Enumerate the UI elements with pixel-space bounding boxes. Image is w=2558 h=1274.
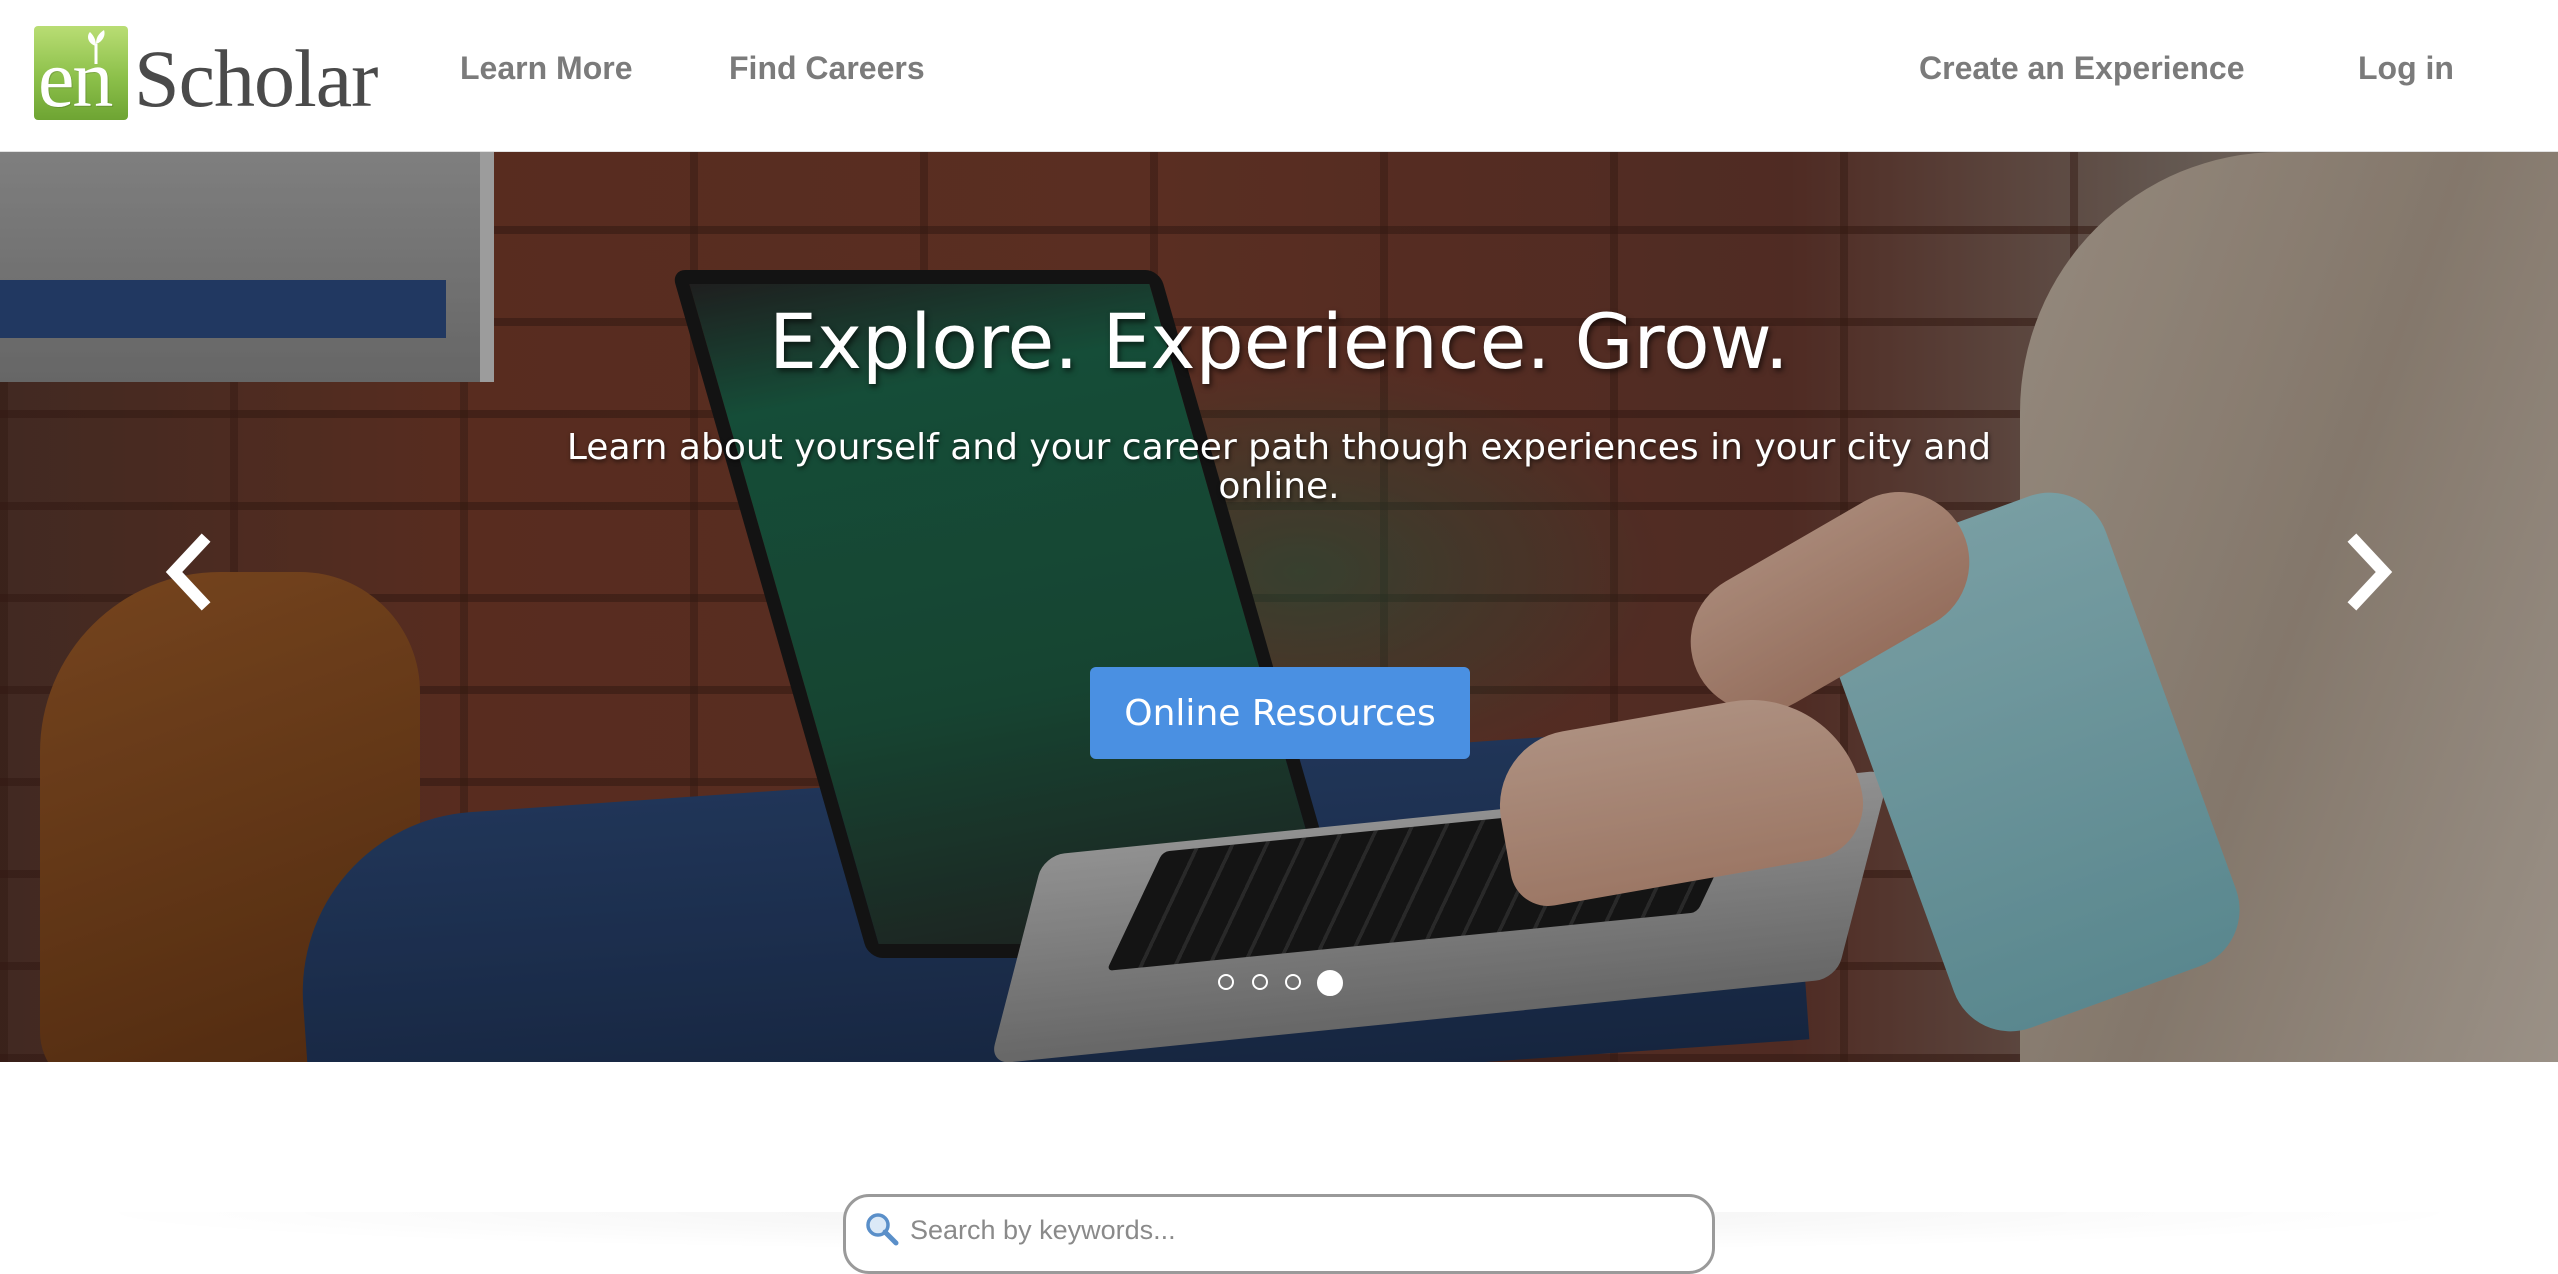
nav-find-careers[interactable]: Find Careers [729,50,925,87]
chevron-left-icon [165,533,211,611]
site-header: en Scholar Learn More Find Careers Creat… [0,0,2558,152]
search-bar[interactable] [843,1194,1715,1274]
online-resources-button[interactable]: Online Resources [1090,667,1470,759]
chevron-right-icon [2347,533,2393,611]
logo-name: Scholar [134,33,378,124]
search-section [0,1062,2558,1274]
carousel-prev-button[interactable] [158,532,218,612]
hero-overlay [0,152,2558,1062]
hero-carousel: Explore. Experience. Grow. Learn about y… [0,152,2558,1062]
carousel-dot-3[interactable] [1285,974,1301,990]
nav-log-in[interactable]: Log in [2358,50,2454,87]
hero-title: Explore. Experience. Grow. [769,297,1789,386]
carousel-dot-2[interactable] [1252,974,1268,990]
nav-learn-more[interactable]: Learn More [460,50,632,87]
search-icon [866,1213,899,1246]
hero-subtitle: Learn about yourself and your career pat… [566,427,1992,507]
carousel-next-button[interactable] [2340,532,2400,612]
nav-create-experience[interactable]: Create an Experience [1919,50,2245,87]
enscholar-logo[interactable]: en Scholar [34,26,394,122]
search-input[interactable] [908,1209,1692,1251]
carousel-dot-4[interactable] [1317,970,1343,996]
carousel-dot-1[interactable] [1218,974,1234,990]
logo-prefix: en [38,33,113,124]
carousel-indicators [1218,970,1348,1000]
